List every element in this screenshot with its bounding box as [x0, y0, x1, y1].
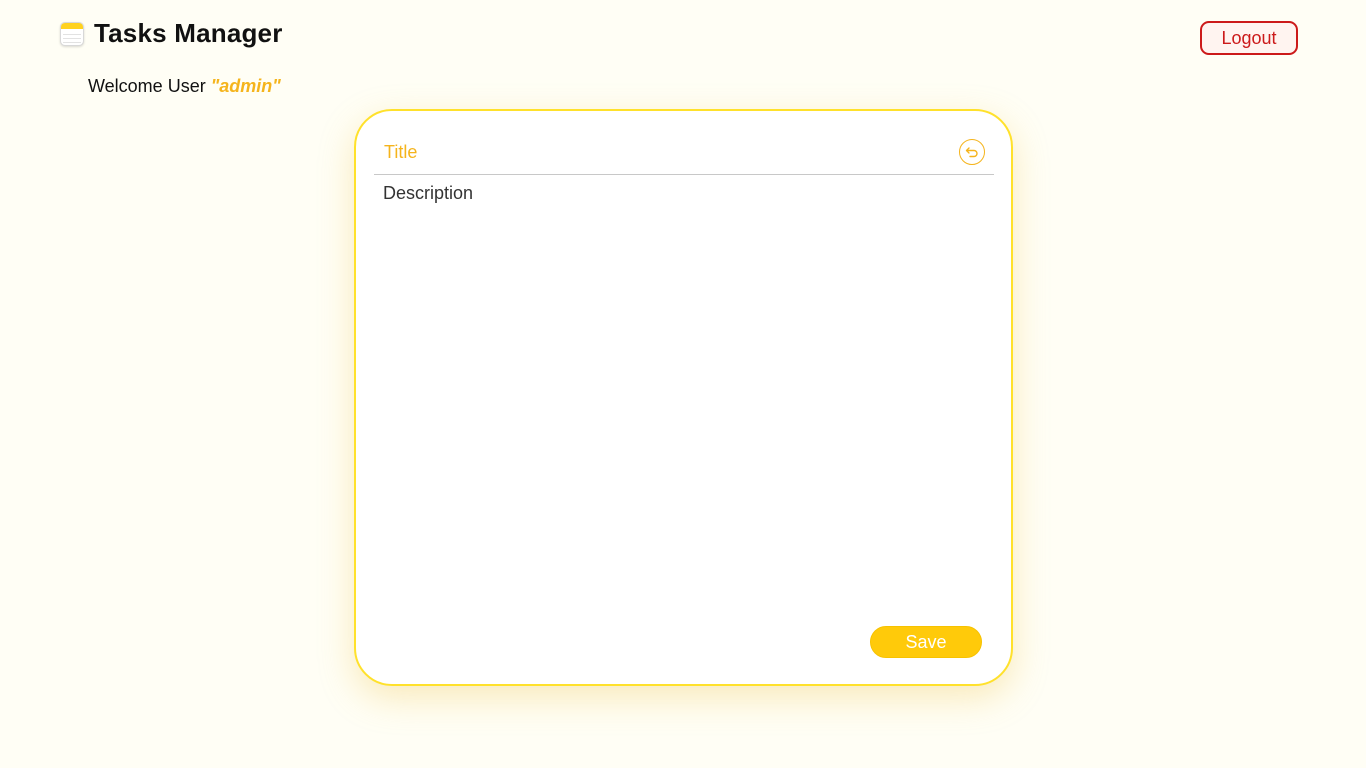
title-input[interactable]: [374, 133, 934, 171]
back-button[interactable]: [959, 139, 985, 165]
title-divider: [374, 174, 994, 175]
save-button[interactable]: Save: [870, 626, 982, 658]
welcome-message: Welcome User "admin": [88, 76, 281, 97]
description-textarea[interactable]: [374, 179, 994, 609]
notepad-icon: [60, 21, 84, 46]
app-header: Tasks Manager: [60, 18, 283, 49]
welcome-username: "admin": [210, 76, 281, 96]
welcome-prefix: Welcome User: [88, 76, 211, 96]
undo-arrow-icon: [965, 147, 978, 158]
logout-button[interactable]: Logout: [1200, 21, 1298, 55]
task-editor-card: Save: [354, 109, 1013, 686]
app-title: Tasks Manager: [94, 18, 283, 48]
